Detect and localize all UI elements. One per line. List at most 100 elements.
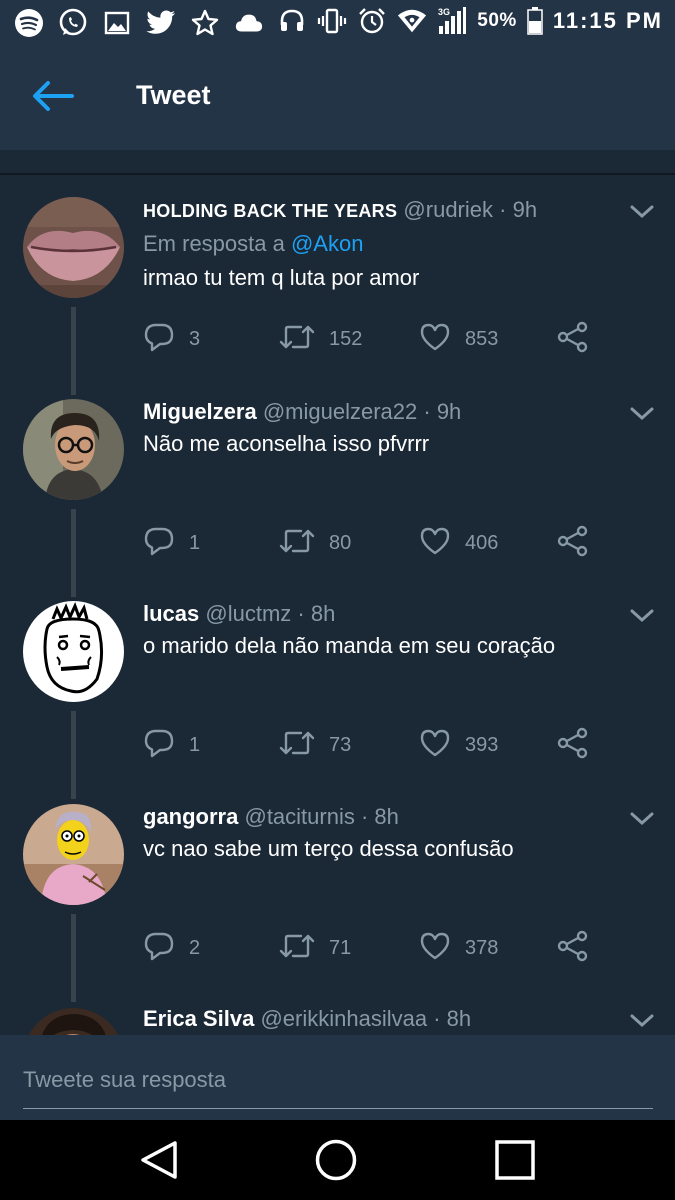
reply-count: 1 xyxy=(189,733,201,756)
tweet-text: vc nao sabe um terço dessa confusão xyxy=(143,836,514,861)
heart-icon xyxy=(419,321,451,358)
retweet-button[interactable]: 73 xyxy=(279,727,351,763)
reply-button[interactable]: 1 xyxy=(143,525,200,561)
like-button[interactable]: 393 xyxy=(419,727,498,763)
svg-text:3G: 3G xyxy=(438,7,450,17)
display-name[interactable]: lucas xyxy=(143,601,199,626)
retweet-icon xyxy=(279,930,315,967)
heart-icon xyxy=(419,525,451,562)
like-count: 393 xyxy=(465,733,499,756)
avatar[interactable] xyxy=(23,601,124,702)
reply-count: 3 xyxy=(189,327,201,350)
retweet-count: 80 xyxy=(329,531,352,554)
tweet-actions: 2 71 378 xyxy=(143,930,603,966)
like-count: 406 xyxy=(465,531,499,554)
tweet-actions: 1 80 406 xyxy=(143,525,603,561)
display-name[interactable]: Erica Silva xyxy=(143,1006,254,1031)
reply-button[interactable]: 2 xyxy=(143,930,200,966)
retweet-icon xyxy=(279,525,315,562)
username[interactable]: @erikkinhasilvaa xyxy=(260,1006,427,1031)
share-button[interactable] xyxy=(557,727,589,763)
chevron-down-icon[interactable] xyxy=(628,607,656,625)
tweet-text: irmao tu tem q luta por amor xyxy=(143,265,420,290)
reply-input[interactable] xyxy=(23,1063,653,1109)
tweet-item[interactable]: Miguelzera @miguelzera22 · 9h Não me aco… xyxy=(0,399,675,601)
headphones-icon xyxy=(277,6,307,36)
heart-icon xyxy=(419,930,451,967)
reply-icon xyxy=(143,930,175,967)
username[interactable]: @miguelzera22 xyxy=(263,399,417,424)
tweet-header: Miguelzera @miguelzera22 · 9h xyxy=(143,399,461,425)
like-button[interactable]: 853 xyxy=(419,321,498,357)
share-icon xyxy=(557,321,589,358)
page-title: Tweet xyxy=(136,80,211,110)
back-triangle-icon[interactable] xyxy=(137,1138,181,1182)
share-button[interactable] xyxy=(557,930,589,966)
share-icon xyxy=(557,727,589,764)
mention-link[interactable]: @Akon xyxy=(291,231,363,256)
chevron-down-icon[interactable] xyxy=(628,203,656,221)
reply-button[interactable]: 1 xyxy=(143,727,200,763)
vibrate-icon xyxy=(317,6,347,36)
reply-icon xyxy=(143,727,175,764)
tweet-item[interactable]: Erica Silva @erikkinhasilvaa · 8h xyxy=(0,1006,675,1035)
timestamp: · 9h xyxy=(423,399,462,424)
avatar[interactable] xyxy=(23,1008,124,1035)
avatar[interactable] xyxy=(23,399,124,500)
like-button[interactable]: 406 xyxy=(419,525,498,561)
tweet-header: gangorra @taciturnis · 8h xyxy=(143,804,399,830)
home-circle-icon[interactable] xyxy=(314,1138,358,1182)
retweet-icon xyxy=(279,727,315,764)
avatar[interactable] xyxy=(23,804,124,905)
chevron-down-icon[interactable] xyxy=(628,810,656,828)
share-button[interactable] xyxy=(557,321,589,357)
chevron-down-icon[interactable] xyxy=(628,1012,656,1030)
reply-prefix: Em resposta a xyxy=(143,231,285,256)
tweet-item[interactable]: HOLDING BACK THE YEARS @rudriek · 9h Em … xyxy=(0,197,675,399)
tweet-header: Erica Silva @erikkinhasilvaa · 8h xyxy=(143,1006,471,1032)
retweet-button[interactable]: 152 xyxy=(279,321,362,357)
like-button[interactable]: 378 xyxy=(419,930,498,966)
reply-icon xyxy=(143,321,175,358)
tweet-text: o marido dela não manda em seu coração xyxy=(143,633,556,658)
reply-icon xyxy=(143,525,175,562)
battery-percentage: 50% xyxy=(477,10,517,31)
reply-count: 1 xyxy=(189,531,201,554)
thread-line xyxy=(71,307,76,395)
share-icon xyxy=(557,930,589,967)
avatar[interactable] xyxy=(23,197,124,298)
thread-line xyxy=(71,914,76,1002)
status-bar: 3G 50% 11:15 PM xyxy=(0,0,675,46)
display-name[interactable]: gangorra xyxy=(143,804,238,829)
system-nav-bar xyxy=(0,1120,675,1200)
retweet-count: 152 xyxy=(329,327,363,350)
reply-button[interactable]: 3 xyxy=(143,321,200,357)
tweet-actions: 3 152 853 xyxy=(143,321,603,357)
tweet-header: HOLDING BACK THE YEARS @rudriek · 9h xyxy=(143,197,537,223)
chevron-down-icon[interactable] xyxy=(628,405,656,423)
like-count: 853 xyxy=(465,327,499,350)
display-name[interactable]: HOLDING BACK THE YEARS xyxy=(143,201,397,221)
twitter-icon xyxy=(146,8,176,38)
recents-square-icon[interactable] xyxy=(493,1138,537,1182)
display-name[interactable]: Miguelzera xyxy=(143,399,257,424)
gallery-icon xyxy=(102,8,132,38)
signal-icon: 3G xyxy=(437,6,467,36)
clock: 11:15 PM xyxy=(552,8,663,33)
tweet-item[interactable]: lucas @luctmz · 8h o marido dela não man… xyxy=(0,601,675,803)
username[interactable]: @rudriek xyxy=(403,197,493,222)
timestamp: · 8h xyxy=(360,804,399,829)
retweet-button[interactable]: 80 xyxy=(279,525,351,561)
reply-count: 2 xyxy=(189,936,201,959)
share-button[interactable] xyxy=(557,525,589,561)
username[interactable]: @luctmz xyxy=(205,601,291,626)
heart-icon xyxy=(419,727,451,764)
cloud-icon xyxy=(234,8,264,38)
back-arrow-icon[interactable] xyxy=(30,79,76,113)
like-count: 378 xyxy=(465,936,499,959)
retweet-button[interactable]: 71 xyxy=(279,930,351,966)
username[interactable]: @taciturnis xyxy=(244,804,354,829)
thread-line xyxy=(71,711,76,799)
tweet-item[interactable]: gangorra @taciturnis · 8h vc nao sabe um… xyxy=(0,804,675,1006)
app-header: Tweet xyxy=(0,46,675,150)
